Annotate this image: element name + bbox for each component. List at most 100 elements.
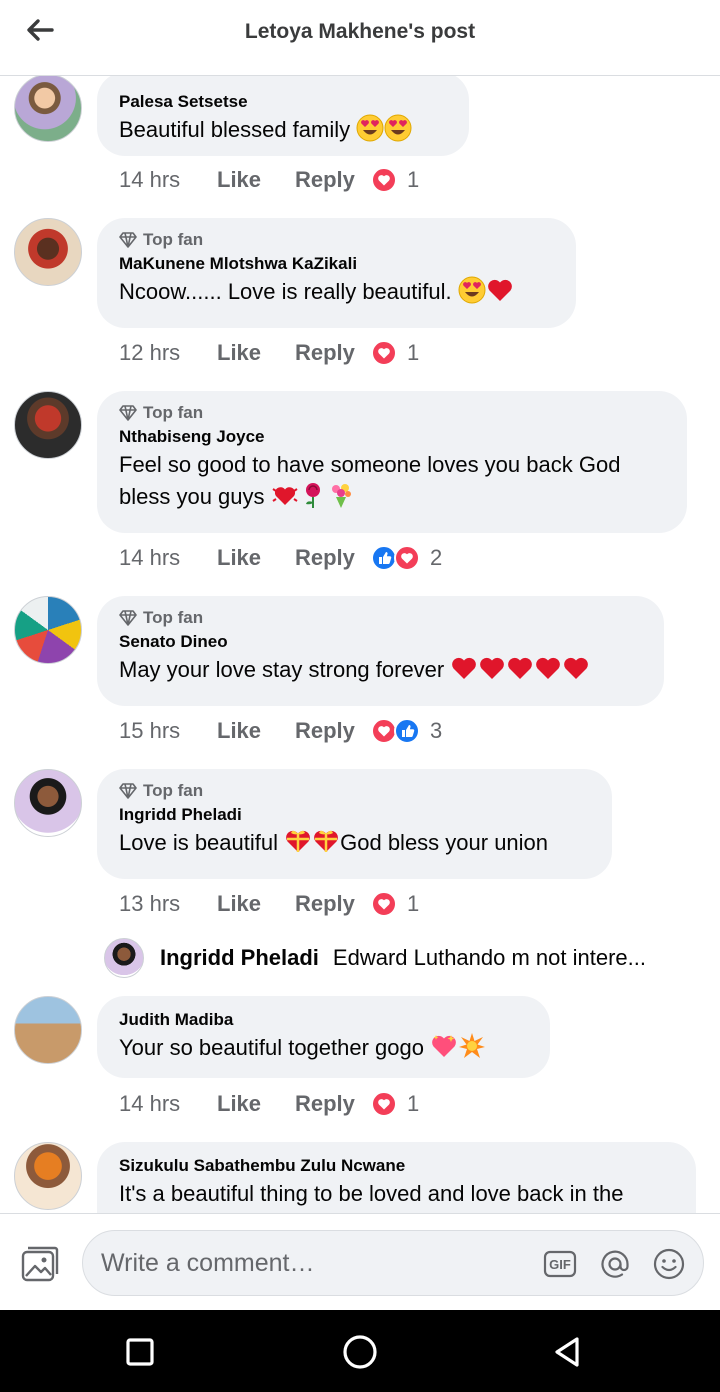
circle-icon <box>343 1335 377 1369</box>
red-heart-emoji-icon <box>487 279 512 301</box>
like-button[interactable]: Like <box>217 340 295 366</box>
top-fan-label: Top fan <box>143 230 204 249</box>
red-heart-emoji-icon <box>480 657 505 679</box>
reactions-summary[interactable]: 1 <box>371 1091 419 1117</box>
reply-text: Edward Luthando m not intere... <box>332 945 646 970</box>
comment-time[interactable]: 15 hrs <box>119 718 217 744</box>
comment-time[interactable]: 14 hrs <box>119 1091 217 1117</box>
gif-label: GIF <box>549 1257 571 1272</box>
comment-author[interactable]: Judith Madiba <box>119 1010 528 1030</box>
reactions-summary[interactable]: 1 <box>371 891 419 917</box>
reply-preview[interactable]: Ingridd Pheladi Edward Luthando m not in… <box>104 934 646 982</box>
comment-bubble[interactable]: Judith Madiba Your so beautiful together… <box>97 996 550 1078</box>
avatar[interactable] <box>104 938 144 978</box>
triangle-back-icon <box>555 1337 579 1367</box>
emoji-button[interactable] <box>652 1247 686 1281</box>
like-reaction-icon <box>394 718 420 744</box>
comment-feed[interactable]: Palesa Setsetse Beautiful blessed family… <box>0 76 720 1213</box>
reaction-count: 1 <box>407 340 420 365</box>
reply-author[interactable]: Ingridd Pheladi <box>160 945 319 971</box>
comment-author[interactable]: MaKunene Mlotshwa KaZikali <box>119 254 554 274</box>
heart-eyes-emoji-icon <box>356 114 384 142</box>
comment-input[interactable] <box>101 1231 521 1295</box>
comment-text-body: Love is beautiful <box>119 830 278 855</box>
reply-button[interactable]: Reply <box>295 718 373 744</box>
comment-actions: 12 hrs Like Reply 1 <box>119 338 419 368</box>
comment-bubble[interactable]: Sizukulu Sabathembu Zulu Ncwane It's a b… <box>97 1142 696 1213</box>
reply-button[interactable]: Reply <box>295 545 373 571</box>
top-fan-label: Top fan <box>143 608 204 627</box>
red-heart-emoji-icon <box>452 657 477 679</box>
comment-author[interactable]: Palesa Setsetse <box>119 92 447 112</box>
like-button[interactable]: Like <box>217 545 295 571</box>
page-title: Letoya Makhene's post <box>244 20 476 43</box>
comment-actions: 14 hrs Like Reply 1 <box>119 1089 419 1119</box>
comment-bubble[interactable]: Top fan Ingridd Pheladi Love is beautifu… <box>97 769 612 879</box>
comment-author[interactable]: Ingridd Pheladi <box>119 805 590 825</box>
comment-author[interactable]: Nthabiseng Joyce <box>119 427 665 447</box>
recent-apps-button[interactable] <box>122 1334 158 1370</box>
reaction-count: 1 <box>407 891 420 916</box>
comment-bubble[interactable]: Top fan Senato Dineo May your love stay … <box>97 596 664 706</box>
avatar[interactable] <box>14 596 82 664</box>
top-bar: Letoya Makhene's post <box>0 0 720 76</box>
collision-emoji-icon <box>459 1033 486 1058</box>
love-reaction-icon <box>371 1091 397 1117</box>
like-button[interactable]: Like <box>217 891 295 917</box>
heart-ribbon-emoji-icon <box>285 829 312 854</box>
reply-button[interactable]: Reply <box>295 1091 373 1117</box>
avatar[interactable] <box>14 769 82 837</box>
comment-composer: GIF <box>0 1213 720 1310</box>
home-button[interactable] <box>342 1334 378 1370</box>
avatar[interactable] <box>14 1142 82 1210</box>
photo-button[interactable] <box>20 1244 60 1284</box>
like-button[interactable]: Like <box>217 1091 295 1117</box>
reactions-summary[interactable]: 1 <box>371 340 419 366</box>
comment-text-body: Your so beautiful together gogo <box>119 1035 424 1060</box>
bouquet-emoji-icon <box>331 484 351 508</box>
comment-bubble[interactable]: Top fan MaKunene Mlotshwa KaZikali Ncoow… <box>97 218 576 328</box>
reply-button[interactable]: Reply <box>295 340 373 366</box>
comment-time[interactable]: 14 hrs <box>119 167 217 193</box>
avatar[interactable] <box>14 391 82 459</box>
comment-input-box[interactable]: GIF <box>82 1230 704 1296</box>
photo-icon <box>21 1246 59 1282</box>
gif-button[interactable]: GIF <box>543 1247 577 1281</box>
comment-time[interactable]: 13 hrs <box>119 891 217 917</box>
reply-button[interactable]: Reply <box>295 167 373 193</box>
comment-text-body: God bless your union <box>340 830 549 855</box>
comment-author[interactable]: Sizukulu Sabathembu Zulu Ncwane <box>119 1156 674 1176</box>
comment-text: Love is beautiful God bless your union <box>119 827 590 859</box>
comment-text: It's a beautiful thing to be loved and l… <box>119 1181 624 1206</box>
comment-text-body: May your love stay strong forever <box>119 657 445 682</box>
reaction-count: 1 <box>407 1091 420 1116</box>
like-button[interactable]: Like <box>217 167 295 193</box>
comment-time[interactable]: 12 hrs <box>119 340 217 366</box>
like-button[interactable]: Like <box>217 718 295 744</box>
comment-text-line: Feel so good to have someone loves you b… <box>119 452 621 477</box>
comment-text: Your so beautiful together gogo <box>119 1032 528 1064</box>
avatar[interactable] <box>14 76 82 142</box>
reaction-count: 2 <box>430 545 443 570</box>
top-fan-badge: Top fan <box>119 403 665 423</box>
mention-button[interactable] <box>598 1247 632 1281</box>
comment-bubble[interactable]: Top fan Nthabiseng Joyce Feel so good to… <box>97 391 687 533</box>
heart-eyes-emoji-icon <box>458 276 486 304</box>
comment-text: Feel so good to have someone loves you b… <box>119 449 665 513</box>
reply-button[interactable]: Reply <box>295 891 373 917</box>
top-fan-badge: Top fan <box>119 608 642 628</box>
back-nav-button[interactable] <box>549 1334 585 1370</box>
love-reaction-icon <box>371 167 397 193</box>
comment-actions: 15 hrs Like Reply 3 <box>119 716 442 746</box>
avatar[interactable] <box>14 218 82 286</box>
comment-bubble[interactable]: Palesa Setsetse Beautiful blessed family <box>97 76 469 156</box>
gif-icon: GIF <box>543 1250 577 1278</box>
comment-author[interactable]: Senato Dineo <box>119 632 642 652</box>
reactions-summary[interactable]: 3 <box>371 718 442 744</box>
avatar[interactable] <box>14 996 82 1064</box>
beating-heart-emoji-icon <box>271 486 298 506</box>
comment-time[interactable]: 14 hrs <box>119 545 217 571</box>
reactions-summary[interactable]: 2 <box>371 545 442 571</box>
red-heart-emoji-icon <box>536 657 561 679</box>
reactions-summary[interactable]: 1 <box>371 167 419 193</box>
